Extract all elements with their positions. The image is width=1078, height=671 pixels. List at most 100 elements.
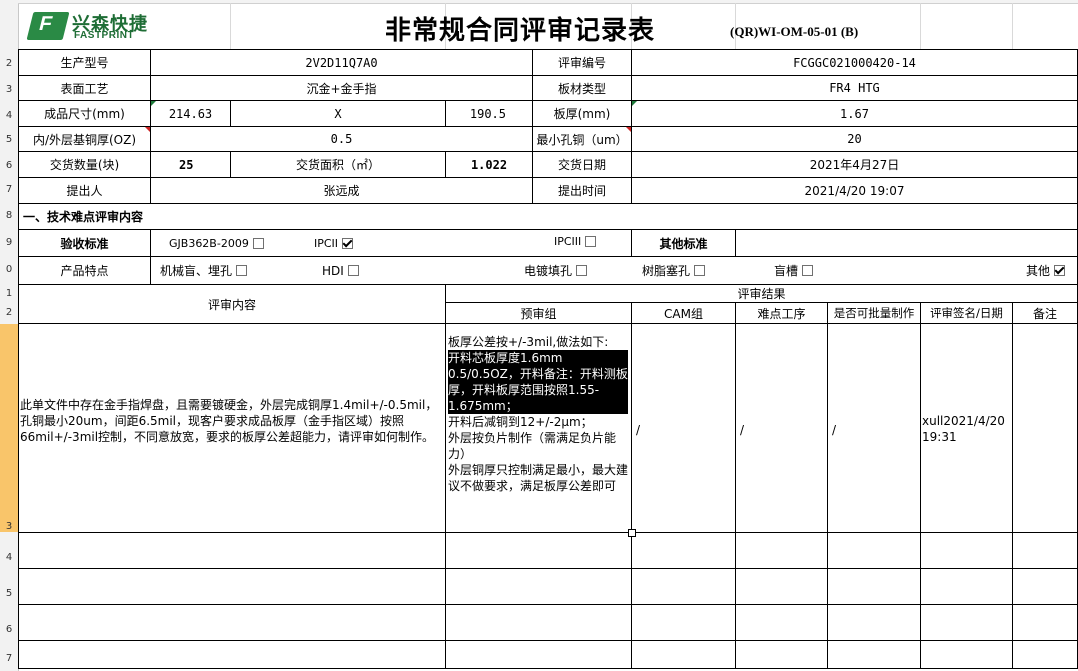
row-number-selected[interactable]: 3 [0, 324, 18, 532]
feat-blind-label: 机械盲、埋孔 [160, 264, 233, 278]
delivery-value[interactable]: 2021年4月27日 [632, 152, 1077, 177]
feat-slot-label: 盲槽 [774, 264, 799, 278]
batch-value[interactable]: / [828, 420, 918, 440]
size-x[interactable]: X [231, 101, 445, 126]
pre-line-3: 开料后减铜到12+/-2μm； [448, 415, 593, 429]
pre-review-text[interactable]: 板厚公差按+/-3mil,做法如下: 开料芯板厚度1.6mm 0.5/0.5OZ… [448, 334, 630, 494]
size-label: 成品尺寸(mm) [44, 107, 125, 121]
feat-resin-label: 树脂塞孔 [642, 264, 691, 278]
feat-hdi-checkbox[interactable] [347, 265, 359, 276]
row-number[interactable]: 7 [0, 184, 18, 200]
std-gjb-checkbox[interactable] [252, 237, 264, 249]
other-std-input[interactable] [736, 230, 1077, 256]
fastprint-logo-icon: F [26, 12, 70, 40]
std-gjb-option[interactable]: GJB362B-2009 [165, 230, 285, 256]
model-label: 生产型号 [60, 56, 109, 70]
feat-plating-checkbox[interactable] [576, 265, 588, 276]
sign-value[interactable]: xull2021/4/20 19:31 [922, 413, 1012, 445]
area-label: 交货面积（㎡） [295, 158, 380, 172]
feat-slot-option[interactable]: 盲槽 [770, 257, 830, 284]
row-number[interactable]: 8 [0, 210, 18, 226]
qty-label: 交货数量(块) [49, 158, 120, 172]
min-hole-label: 最小孔铜（um） [536, 132, 628, 147]
row-number[interactable]: 2 [0, 307, 18, 321]
feat-other-option[interactable]: 其他 [1022, 257, 1077, 284]
feat-resin-option[interactable]: 树脂塞孔 [638, 257, 728, 284]
col-sign-header: 评审签名/日期 [930, 306, 1003, 320]
thickness-label: 板厚(mm) [553, 107, 611, 121]
submit-time-value[interactable]: 2021/4/20 19:07 [632, 178, 1077, 203]
qty-value[interactable]: 25 [151, 152, 230, 177]
col-pre-header: 预审组 [520, 306, 557, 321]
feat-hdi-option[interactable]: HDI [318, 257, 378, 284]
fill-handle-icon[interactable] [628, 529, 636, 537]
feat-resin-checkbox[interactable] [694, 265, 706, 276]
surface-value[interactable]: 沉金+金手指 [151, 76, 532, 100]
std-ipc3-checkbox[interactable] [585, 235, 597, 247]
row-number[interactable]: 3 [0, 84, 18, 100]
acceptance-label: 验收标准 [60, 236, 109, 251]
feat-other-checkbox[interactable] [1054, 265, 1066, 276]
page-title: 非常规合同评审记录表 [385, 16, 656, 46]
surface-label: 表面工艺 [60, 81, 109, 96]
row-number[interactable]: 4 [0, 552, 18, 568]
col-cam-header: CAM组 [664, 306, 703, 321]
std-ipc3-label: IPCIII [554, 234, 582, 248]
thickness-value[interactable]: 1.67 [632, 101, 1077, 126]
area-value[interactable]: 1.022 [446, 152, 532, 177]
proposer-value[interactable]: 张远成 [151, 178, 532, 203]
review-no-value[interactable]: FCGGC021000420-14 [632, 50, 1077, 75]
proposer-label: 提出人 [66, 184, 103, 198]
row-number[interactable]: 7 [0, 653, 18, 669]
copper-value[interactable]: 0.5 [151, 127, 532, 151]
row-number[interactable]: 5 [0, 134, 18, 150]
feat-blind-checkbox[interactable] [236, 265, 248, 276]
row-number[interactable]: 4 [0, 110, 18, 126]
feat-slot-checkbox[interactable] [802, 265, 814, 276]
col-batch-header: 是否可批量制作 [833, 306, 915, 320]
row-number[interactable]: 6 [0, 160, 18, 176]
min-hole-value[interactable]: 20 [632, 127, 1077, 151]
pre-line-1: 板厚公差按+/-3mil,做法如下: [448, 335, 609, 349]
pre-line-4: 外层按负片制作（需满足负片能力） [448, 431, 617, 461]
row-number-label: 3 [5, 521, 13, 532]
model-value[interactable]: 2V2D11Q7A0 [151, 50, 532, 75]
std-ipc2-checkbox[interactable] [342, 237, 354, 249]
other-std-label: 其他标准 [659, 236, 708, 251]
feat-plating-option[interactable]: 电镀填孔 [520, 257, 610, 284]
row-number[interactable]: 0 [0, 264, 18, 280]
material-label: 板材类型 [557, 81, 606, 96]
size-height[interactable]: 190.5 [446, 101, 532, 126]
row-number[interactable]: 5 [0, 588, 18, 604]
delivery-label: 交货日期 [557, 158, 606, 172]
row-number[interactable]: 2 [0, 58, 18, 74]
feat-other-label: 其他 [1026, 264, 1051, 278]
feat-blind-option[interactable]: 机械盲、埋孔 [156, 257, 276, 284]
review-content-header: 评审内容 [207, 297, 256, 312]
cam-value[interactable]: / [632, 420, 732, 440]
copper-label: 内/外层基铜厚(OZ) [32, 132, 137, 147]
review-no-label: 评审编号 [557, 56, 606, 70]
col-remark-header: 备注 [1032, 306, 1057, 321]
row-number[interactable]: 6 [0, 624, 18, 640]
std-ipc3-option[interactable]: IPCIII [550, 228, 630, 254]
material-value[interactable]: FR4 HTG [632, 76, 1077, 100]
std-gjb-label: GJB362B-2009 [169, 236, 249, 250]
row-number[interactable]: 1 [0, 288, 18, 302]
std-ipc2-option[interactable]: IPCII [310, 230, 390, 256]
grid-line [230, 3, 231, 49]
section-title: 一、技术难点评审内容 [23, 210, 144, 224]
features-label: 产品特点 [60, 264, 109, 278]
grid-line [920, 3, 921, 49]
form-code: (QR)WI-OM-05-01 (B) [730, 24, 859, 39]
review-content-text[interactable]: 此单文件中存在金手指焊盘，且需要镀硬金，外层完成铜厚1.4mil+/-0.5mi… [20, 397, 443, 445]
std-ipc2-label: IPCII [314, 236, 339, 250]
difficult-value[interactable]: / [736, 420, 826, 440]
size-width[interactable]: 214.63 [151, 101, 230, 126]
column-header-strip [18, 0, 1078, 4]
row-number[interactable]: 9 [0, 237, 18, 253]
feat-plating-label: 电镀填孔 [524, 264, 573, 278]
feat-hdi-label: HDI [322, 263, 344, 278]
grid-line [1012, 3, 1013, 49]
col-difficult-header: 难点工序 [757, 306, 806, 321]
